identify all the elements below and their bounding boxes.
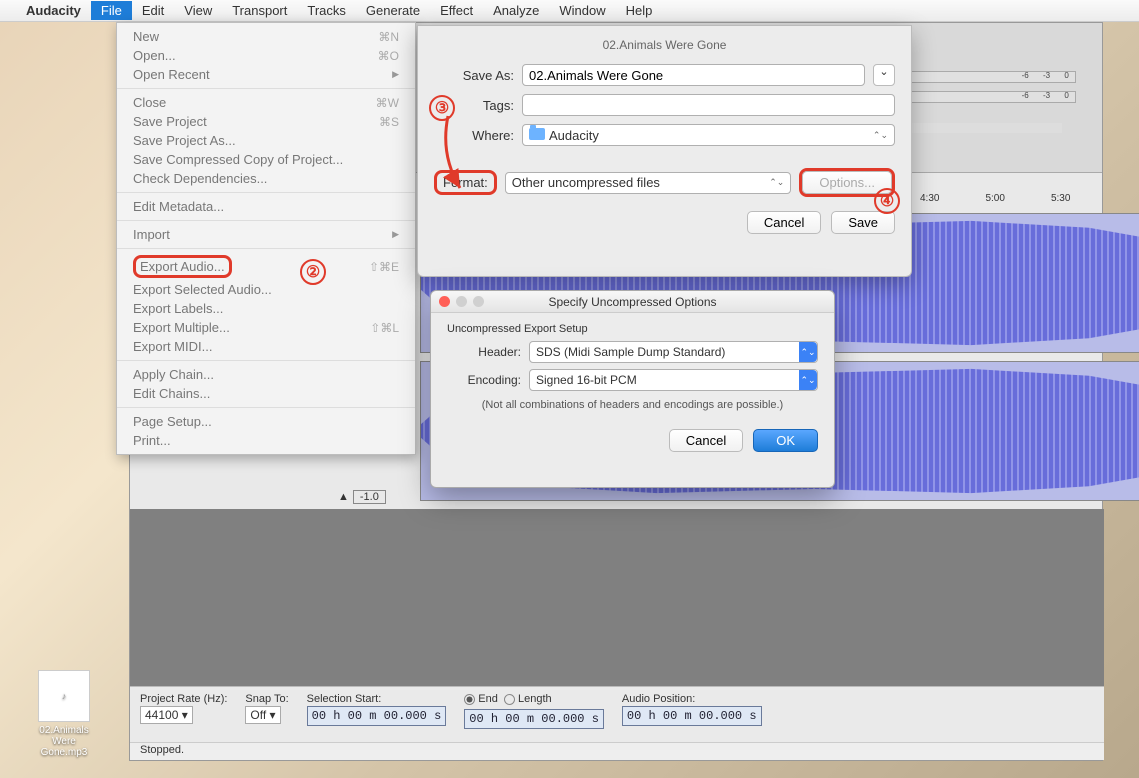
menu-file[interactable]: File [91, 1, 132, 20]
time-mark: 5:00 [985, 193, 1004, 204]
cancel-button[interactable]: Cancel [747, 211, 821, 234]
encoding-select[interactable]: Signed 16-bit PCM⌃⌄ [529, 369, 818, 391]
empty-track-area [130, 509, 1104, 689]
meter-tick: -3 [1043, 91, 1050, 100]
amp-value: -1.0 [353, 490, 386, 504]
menu-view[interactable]: View [174, 1, 222, 20]
sheet-title: 02.Animals Were Gone [434, 38, 895, 52]
menu-export-multiple[interactable]: Export Multiple...⇧⌘L [117, 318, 415, 337]
selection-start-label: Selection Start: [307, 693, 447, 705]
options-ok-button[interactable]: OK [753, 429, 818, 452]
menu-generate[interactable]: Generate [356, 1, 430, 20]
meter-tick: 0 [1064, 91, 1068, 100]
menu-edit-metadata[interactable]: Edit Metadata... [117, 197, 415, 216]
callout-2: ② [300, 259, 326, 285]
dialog-subtitle: Uncompressed Export Setup [447, 323, 818, 335]
save-as-field[interactable] [522, 64, 865, 86]
desktop-file-label: 02.Animals Were Gone.mp3 [30, 725, 98, 758]
callout-3: ③ [429, 95, 455, 121]
timeline-ruler[interactable]: 4:30 5:00 5:30 [920, 193, 1070, 204]
menu-open-recent[interactable]: Open Recent [117, 65, 415, 84]
menu-edit-chains[interactable]: Edit Chains... [117, 384, 415, 403]
meter-tick: -6 [1022, 71, 1029, 80]
menu-print[interactable]: Print... [117, 431, 415, 450]
options-note: (Not all combinations of headers and enc… [447, 399, 818, 411]
folder-icon [529, 128, 545, 140]
where-popup[interactable]: Audacity⌃⌄ [522, 124, 895, 146]
time-mark: 4:30 [920, 193, 939, 204]
menu-save-project[interactable]: Save Project⌘S [117, 112, 415, 131]
menu-tracks[interactable]: Tracks [297, 1, 356, 20]
end-length-toggle: End Length [464, 693, 604, 708]
where-label: Where: [434, 128, 514, 143]
callout-4: ④ [874, 188, 900, 214]
menu-effect[interactable]: Effect [430, 1, 483, 20]
menu-export-midi[interactable]: Export MIDI... [117, 337, 415, 356]
dialog-title: Specify Uncompressed Options [431, 295, 834, 309]
menu-analyze[interactable]: Analyze [483, 1, 549, 20]
macos-menubar: Audacity File Edit View Transport Tracks… [0, 0, 1139, 22]
file-menu-dropdown: New⌘N Open...⌘O Open Recent Close⌘W Save… [116, 22, 416, 455]
menu-transport[interactable]: Transport [222, 1, 297, 20]
options-cancel-button[interactable]: Cancel [669, 429, 743, 452]
meter-tick: -6 [1022, 91, 1029, 100]
format-label: Format: [434, 170, 497, 195]
export-save-sheet: 02.Animals Were Gone Save As: ⌄ Tags: Wh… [417, 25, 912, 277]
time-mark: 5:30 [1051, 193, 1070, 204]
selection-toolbar: Project Rate (Hz): 44100 ▾ Snap To: Off … [130, 686, 1104, 742]
radio-end[interactable] [464, 694, 475, 705]
uncompressed-options-dialog: Specify Uncompressed Options Uncompresse… [430, 290, 835, 488]
project-rate-combo[interactable]: 44100 ▾ [140, 706, 193, 724]
file-thumbnail: ♪ [38, 670, 90, 722]
menu-page-setup[interactable]: Page Setup... [117, 412, 415, 431]
snap-label: Snap To: [245, 693, 288, 705]
radio-length[interactable] [504, 694, 515, 705]
level-meters: -6 -3 0 -6 -3 0 [896, 71, 1076, 111]
menu-open[interactable]: Open...⌘O [117, 46, 415, 65]
menu-export-selected[interactable]: Export Selected Audio... [117, 280, 415, 299]
project-rate-label: Project Rate (Hz): [140, 693, 227, 705]
meter-tick: 0 [1064, 71, 1068, 80]
menu-window[interactable]: Window [549, 1, 615, 20]
header-select[interactable]: SDS (Midi Sample Dump Standard)⌃⌄ [529, 341, 818, 363]
snap-combo[interactable]: Off ▾ [245, 706, 280, 724]
header-label: Header: [447, 345, 521, 359]
app-name[interactable]: Audacity [16, 1, 91, 20]
selection-start-field[interactable]: 00 h 00 m 00.000 s [307, 706, 447, 726]
menu-close[interactable]: Close⌘W [117, 93, 415, 112]
desktop-file-icon[interactable]: ♪ 02.Animals Were Gone.mp3 [30, 670, 98, 758]
menu-import[interactable]: Import [117, 225, 415, 244]
menu-new[interactable]: New⌘N [117, 27, 415, 46]
menu-check-dependencies[interactable]: Check Dependencies... [117, 169, 415, 188]
save-button[interactable]: Save [831, 211, 895, 234]
menu-save-compressed[interactable]: Save Compressed Copy of Project... [117, 150, 415, 169]
tags-field[interactable] [522, 94, 895, 116]
audio-position-field[interactable]: 00 h 00 m 00.000 s [622, 706, 762, 726]
amplitude-ruler: ▲-1.0 [330, 489, 394, 505]
format-popup[interactable]: Other uncompressed files⌃⌄ [505, 172, 792, 194]
menu-save-project-as[interactable]: Save Project As... [117, 131, 415, 150]
audio-position-label: Audio Position: [622, 693, 762, 705]
menu-export-labels[interactable]: Export Labels... [117, 299, 415, 318]
encoding-label: Encoding: [447, 373, 521, 387]
meter-tick: -3 [1043, 71, 1050, 80]
menu-help[interactable]: Help [616, 1, 663, 20]
selection-end-field[interactable]: 00 h 00 m 00.000 s [464, 709, 604, 729]
expand-button[interactable]: ⌄ [873, 64, 895, 86]
save-as-label: Save As: [434, 68, 514, 83]
menu-edit[interactable]: Edit [132, 1, 174, 20]
menu-export-audio[interactable]: Export Audio...⇧⌘E [117, 253, 415, 280]
status-bar: Stopped. [130, 742, 1104, 760]
menu-apply-chain[interactable]: Apply Chain... [117, 365, 415, 384]
volume-slider[interactable] [902, 123, 1062, 133]
